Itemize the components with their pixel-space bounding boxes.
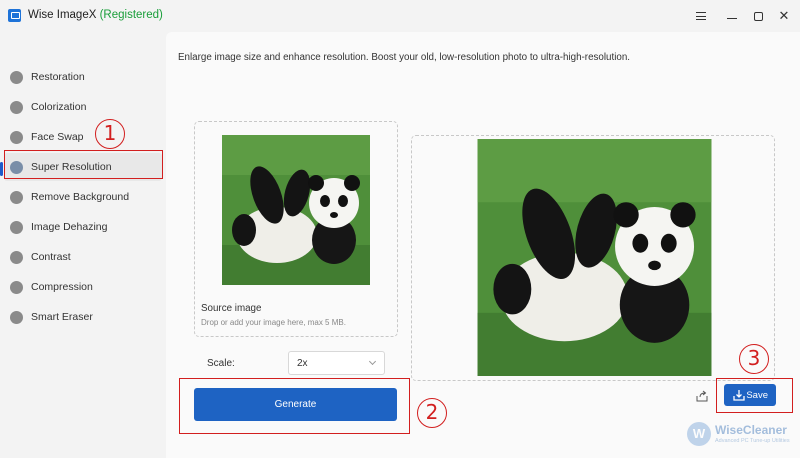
chevron-down-icon <box>368 357 377 366</box>
compression-icon <box>10 280 23 294</box>
minimize-icon[interactable] <box>723 7 741 25</box>
annotation-step-1: 1 <box>95 119 125 149</box>
window-title: Wise ImageX (Registered) <box>28 9 163 21</box>
title-bar: Wise ImageX (Registered) ✕ <box>0 0 800 32</box>
result-preview <box>411 135 775 381</box>
sidebar: Restoration Colorization Face Swap Super… <box>0 32 165 458</box>
sidebar-item-smart-eraser[interactable]: Smart Eraser <box>4 303 162 331</box>
sidebar-item-label: Restoration <box>31 71 85 83</box>
wisecleaner-watermark: W WiseCleaner Advanced PC Tune-up Utilit… <box>687 422 797 448</box>
result-image <box>477 139 712 376</box>
annotation-step-2: 2 <box>417 398 447 428</box>
scale-select[interactable]: 2x <box>288 351 385 375</box>
sidebar-item-face-swap[interactable]: Face Swap <box>4 123 162 151</box>
sidebar-item-label: Colorization <box>31 101 87 113</box>
watermark-tagline: Advanced PC Tune-up Utilities <box>715 438 790 444</box>
sidebar-item-label: Remove Background <box>31 191 130 203</box>
sidebar-item-restoration[interactable]: Restoration <box>4 63 162 91</box>
eraser-icon <box>10 310 23 324</box>
annotation-box-save <box>716 378 793 413</box>
annotation-box-super-resolution <box>4 150 163 179</box>
face-swap-icon <box>10 130 23 144</box>
menu-icon[interactable] <box>692 7 710 25</box>
source-image <box>222 135 370 285</box>
active-indicator <box>0 162 3 176</box>
sidebar-item-label: Face Swap <box>31 131 84 143</box>
source-hint: Drop or add your image here, max 5 MB. <box>201 318 346 327</box>
maximize-icon[interactable] <box>749 7 767 25</box>
sidebar-item-label: Smart Eraser <box>31 311 93 323</box>
scale-value: 2x <box>297 358 308 369</box>
app-icon <box>8 9 21 22</box>
source-title: Source image <box>201 303 262 314</box>
registered-label: (Registered) <box>99 9 163 21</box>
sidebar-item-compression[interactable]: Compression <box>4 273 162 301</box>
annotation-box-generate <box>179 378 410 434</box>
feature-description: Enlarge image size and enhance resolutio… <box>178 52 631 63</box>
contrast-icon <box>10 250 23 264</box>
share-icon[interactable] <box>696 390 708 402</box>
source-drop-zone[interactable]: Source image Drop or add your image here… <box>194 121 398 337</box>
app-name: Wise ImageX <box>28 9 97 21</box>
sidebar-item-label: Compression <box>31 281 93 293</box>
colorization-icon <box>10 100 23 114</box>
wisecleaner-logo: W <box>687 422 711 446</box>
sidebar-item-image-dehazing[interactable]: Image Dehazing <box>4 213 162 241</box>
sidebar-item-label: Image Dehazing <box>31 221 108 233</box>
close-icon[interactable]: ✕ <box>775 7 793 25</box>
sidebar-item-remove-background[interactable]: Remove Background <box>4 183 162 211</box>
sidebar-item-label: Contrast <box>31 251 71 263</box>
sidebar-item-contrast[interactable]: Contrast <box>4 243 162 271</box>
dehazing-icon <box>10 220 23 234</box>
annotation-step-3: 3 <box>739 344 769 374</box>
watermark-name: WiseCleaner <box>715 423 787 437</box>
restoration-icon <box>10 70 23 84</box>
remove-background-icon <box>10 190 23 204</box>
sidebar-item-colorization[interactable]: Colorization <box>4 93 162 121</box>
scale-label: Scale: <box>207 358 235 369</box>
